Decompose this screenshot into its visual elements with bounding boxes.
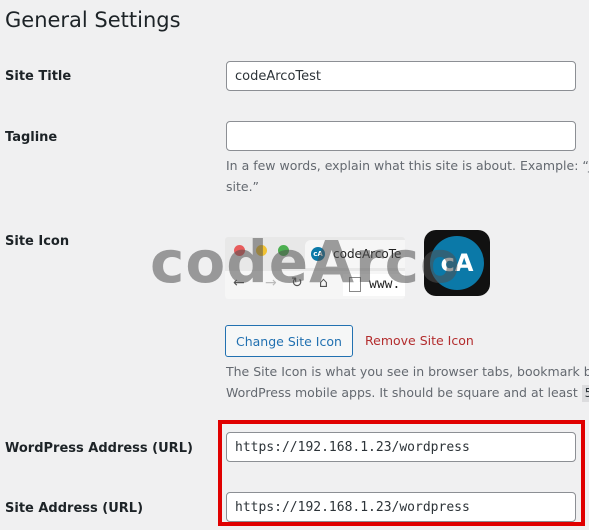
- tagline-description-line2: site.”: [226, 179, 260, 194]
- settings-page: General Settings Site Title Tagline In a…: [0, 0, 589, 530]
- remove-site-icon-button[interactable]: Remove Site Icon: [365, 333, 474, 348]
- site-icon-description: The Site Icon is what you see in browser…: [226, 361, 589, 403]
- site-address-label: Site Address (URL): [5, 501, 144, 516]
- page-title: General Settings: [5, 8, 181, 32]
- site-icon-description-line2-wrap: WordPress mobile apps. It should be squa…: [226, 382, 589, 403]
- reload-icon: ↻: [291, 275, 303, 291]
- tagline-label: Tagline: [5, 130, 58, 145]
- forward-arrow-icon: →: [265, 275, 277, 291]
- maximize-dot-icon: [278, 245, 289, 256]
- site-icon-description-line2: WordPress mobile apps. It should be squa…: [226, 385, 578, 400]
- browser-tab-preview: cA codeArcoTe ← → ↻ ⌂ www.: [225, 237, 405, 299]
- site-icon-size-code: 51: [581, 385, 589, 402]
- close-dot-icon: [234, 245, 245, 256]
- page-icon: [349, 277, 361, 292]
- back-arrow-icon: ←: [233, 275, 245, 291]
- app-icon-logo: cA: [430, 236, 484, 290]
- tagline-description-line1: In a few words, explain what this site i…: [226, 158, 589, 173]
- site-title-input[interactable]: [226, 61, 576, 91]
- site-icon-label: Site Icon: [5, 234, 70, 249]
- wordpress-address-label: WordPress Address (URL): [5, 441, 193, 456]
- preview-tab-title: codeArcoTe: [333, 247, 402, 261]
- home-icon: ⌂: [319, 275, 328, 291]
- tagline-description: In a few words, explain what this site i…: [226, 155, 589, 197]
- tagline-input[interactable]: [226, 121, 576, 151]
- app-icon-preview: cA: [424, 230, 490, 296]
- site-icon-description-line1: The Site Icon is what you see in browser…: [226, 364, 589, 379]
- preview-nav-bar: ← → ↻ ⌂ www.: [225, 271, 405, 299]
- minimize-dot-icon: [256, 245, 267, 256]
- site-address-input[interactable]: [226, 492, 576, 522]
- wordpress-address-input[interactable]: [226, 432, 576, 462]
- preview-favicon-icon: cA: [311, 247, 325, 261]
- preview-url-text: www.: [369, 277, 401, 292]
- change-site-icon-button[interactable]: Change Site Icon: [225, 325, 353, 357]
- site-title-label: Site Title: [5, 69, 72, 84]
